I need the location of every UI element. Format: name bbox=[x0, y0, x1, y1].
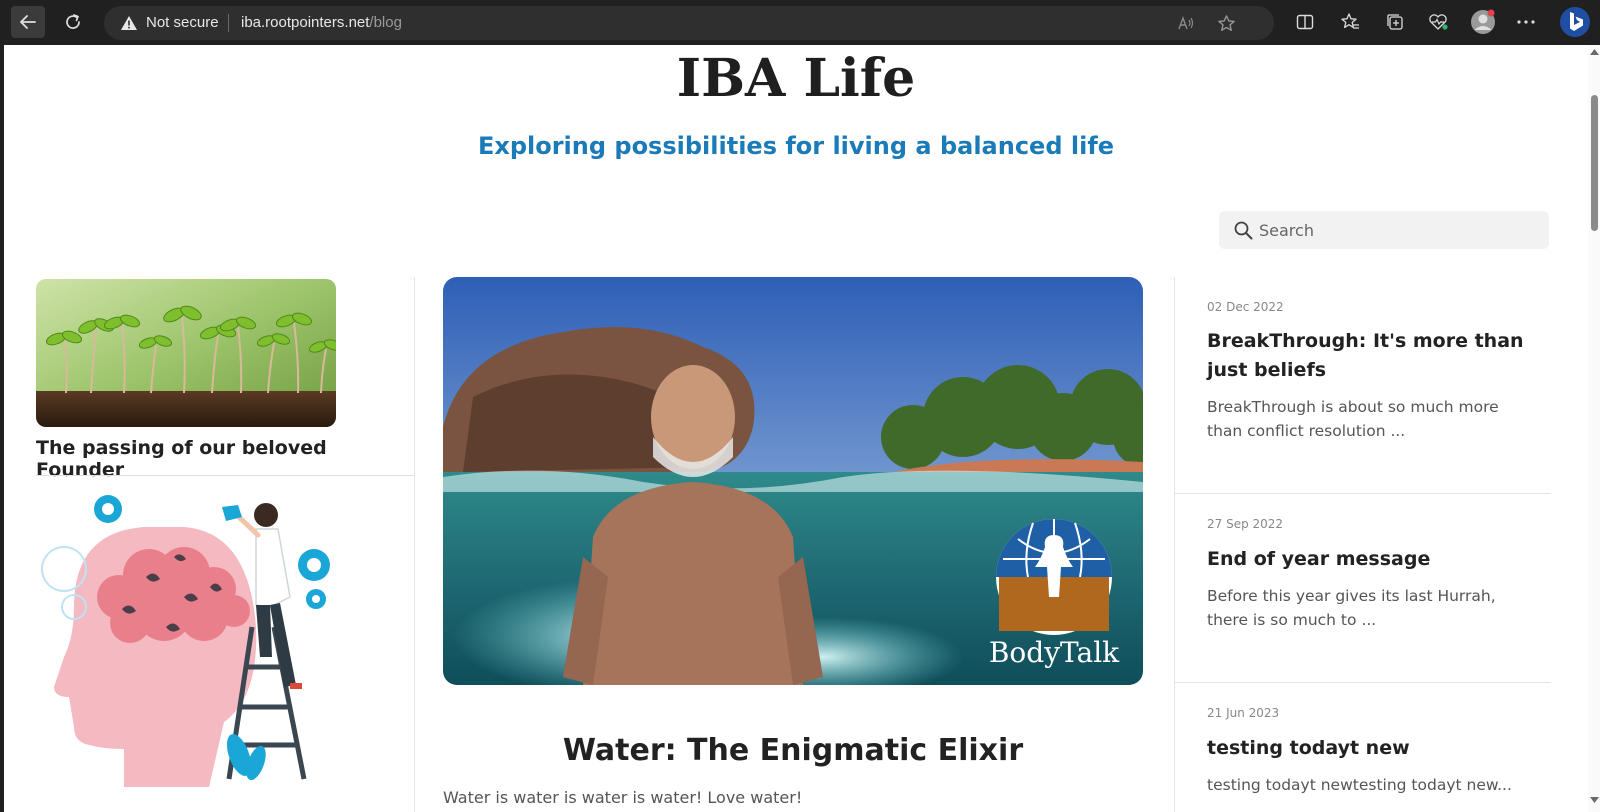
seedlings-image bbox=[36, 279, 336, 427]
search-icon bbox=[1234, 221, 1253, 240]
heart-pulse-icon bbox=[1429, 14, 1448, 30]
featured-post-excerpt: Water is water is water is water! Love w… bbox=[443, 788, 803, 807]
warning-icon bbox=[121, 16, 137, 30]
mind-illustration-image bbox=[41, 495, 330, 787]
profile-button[interactable] bbox=[1469, 9, 1497, 34]
seedlings-thumbnail[interactable] bbox=[36, 279, 336, 427]
featured-post-title[interactable]: Water: The Enigmatic Elixir bbox=[443, 733, 1143, 768]
post-date: 21 Jun 2023 bbox=[1207, 706, 1280, 720]
reload-button[interactable] bbox=[56, 6, 90, 38]
post-divider bbox=[1175, 682, 1551, 683]
post-title[interactable]: BreakThrough: It's more than just belief… bbox=[1207, 327, 1537, 385]
security-status[interactable]: Not secure bbox=[146, 14, 219, 31]
bodytalk-logo-text: BodyTalk bbox=[989, 636, 1120, 669]
post-excerpt: Before this year gives its last Hurrah, … bbox=[1207, 587, 1496, 629]
post-date: 27 Sep 2022 bbox=[1207, 517, 1284, 531]
url-path: /blog bbox=[369, 14, 402, 31]
more-horizontal-icon bbox=[1517, 20, 1535, 24]
favorite-button[interactable] bbox=[1216, 13, 1236, 33]
scroll-up-icon[interactable] bbox=[1590, 49, 1599, 55]
site-tagline: Exploring possibilities for living a bal… bbox=[477, 132, 1115, 160]
more-menu-button[interactable] bbox=[1514, 10, 1538, 34]
search-input[interactable] bbox=[1259, 211, 1539, 249]
recent-posts-list: 02 Dec 2022 BreakThrough: It's more than… bbox=[1174, 277, 1551, 812]
arrow-left-icon bbox=[20, 15, 36, 29]
collections-icon bbox=[1387, 14, 1403, 30]
bing-icon bbox=[1560, 7, 1590, 37]
url-text[interactable]: iba.rootpointers.net/blog bbox=[241, 14, 402, 31]
url-host: iba.rootpointers.net bbox=[241, 14, 370, 31]
post-title[interactable]: End of year message bbox=[1207, 545, 1537, 574]
vertical-scrollbar[interactable] bbox=[1588, 45, 1600, 812]
star-icon bbox=[1217, 14, 1235, 31]
back-button[interactable] bbox=[11, 6, 45, 38]
post-excerpt: BreakThrough is about so much more than … bbox=[1207, 398, 1499, 440]
split-screen-button[interactable] bbox=[1293, 10, 1317, 34]
left-divider bbox=[36, 475, 414, 476]
post-title[interactable]: testing todayt new bbox=[1207, 734, 1537, 763]
favorites-button[interactable] bbox=[1338, 10, 1362, 34]
address-separator bbox=[228, 14, 229, 32]
featured-image[interactable]: BodyTalk bbox=[443, 277, 1143, 685]
collections-button[interactable] bbox=[1383, 10, 1407, 34]
read-aloud-button[interactable] bbox=[1176, 13, 1196, 33]
post-excerpt: testing todayt newtesting todayt new... bbox=[1207, 776, 1512, 794]
post-divider bbox=[1175, 493, 1551, 494]
search-box[interactable] bbox=[1219, 211, 1549, 249]
scrollbar-thumb[interactable] bbox=[1591, 95, 1598, 231]
read-aloud-icon bbox=[1178, 15, 1194, 30]
browser-essentials-button[interactable] bbox=[1426, 10, 1450, 34]
post-date: 02 Dec 2022 bbox=[1207, 300, 1284, 314]
split-screen-icon bbox=[1296, 14, 1314, 30]
left-column: The passing of our beloved Founder bbox=[4, 277, 415, 812]
favorites-icon bbox=[1341, 13, 1359, 29]
site-title[interactable]: IBA Life bbox=[4, 48, 1588, 109]
avatar-icon bbox=[1471, 9, 1495, 34]
refresh-icon bbox=[66, 14, 80, 29]
copilot-button[interactable] bbox=[1559, 6, 1591, 38]
browser-toolbar: Not secure iba.rootpointers.net/blog bbox=[0, 0, 1600, 45]
page-viewport: IBA Life Exploring possibilities for liv… bbox=[4, 45, 1600, 812]
mindcare-thumbnail[interactable] bbox=[34, 487, 354, 812]
scroll-down-icon[interactable] bbox=[1590, 797, 1599, 803]
address-bar[interactable]: Not secure iba.rootpointers.net/blog bbox=[104, 6, 1274, 40]
swimmer-photo-image: BodyTalk bbox=[443, 277, 1143, 685]
